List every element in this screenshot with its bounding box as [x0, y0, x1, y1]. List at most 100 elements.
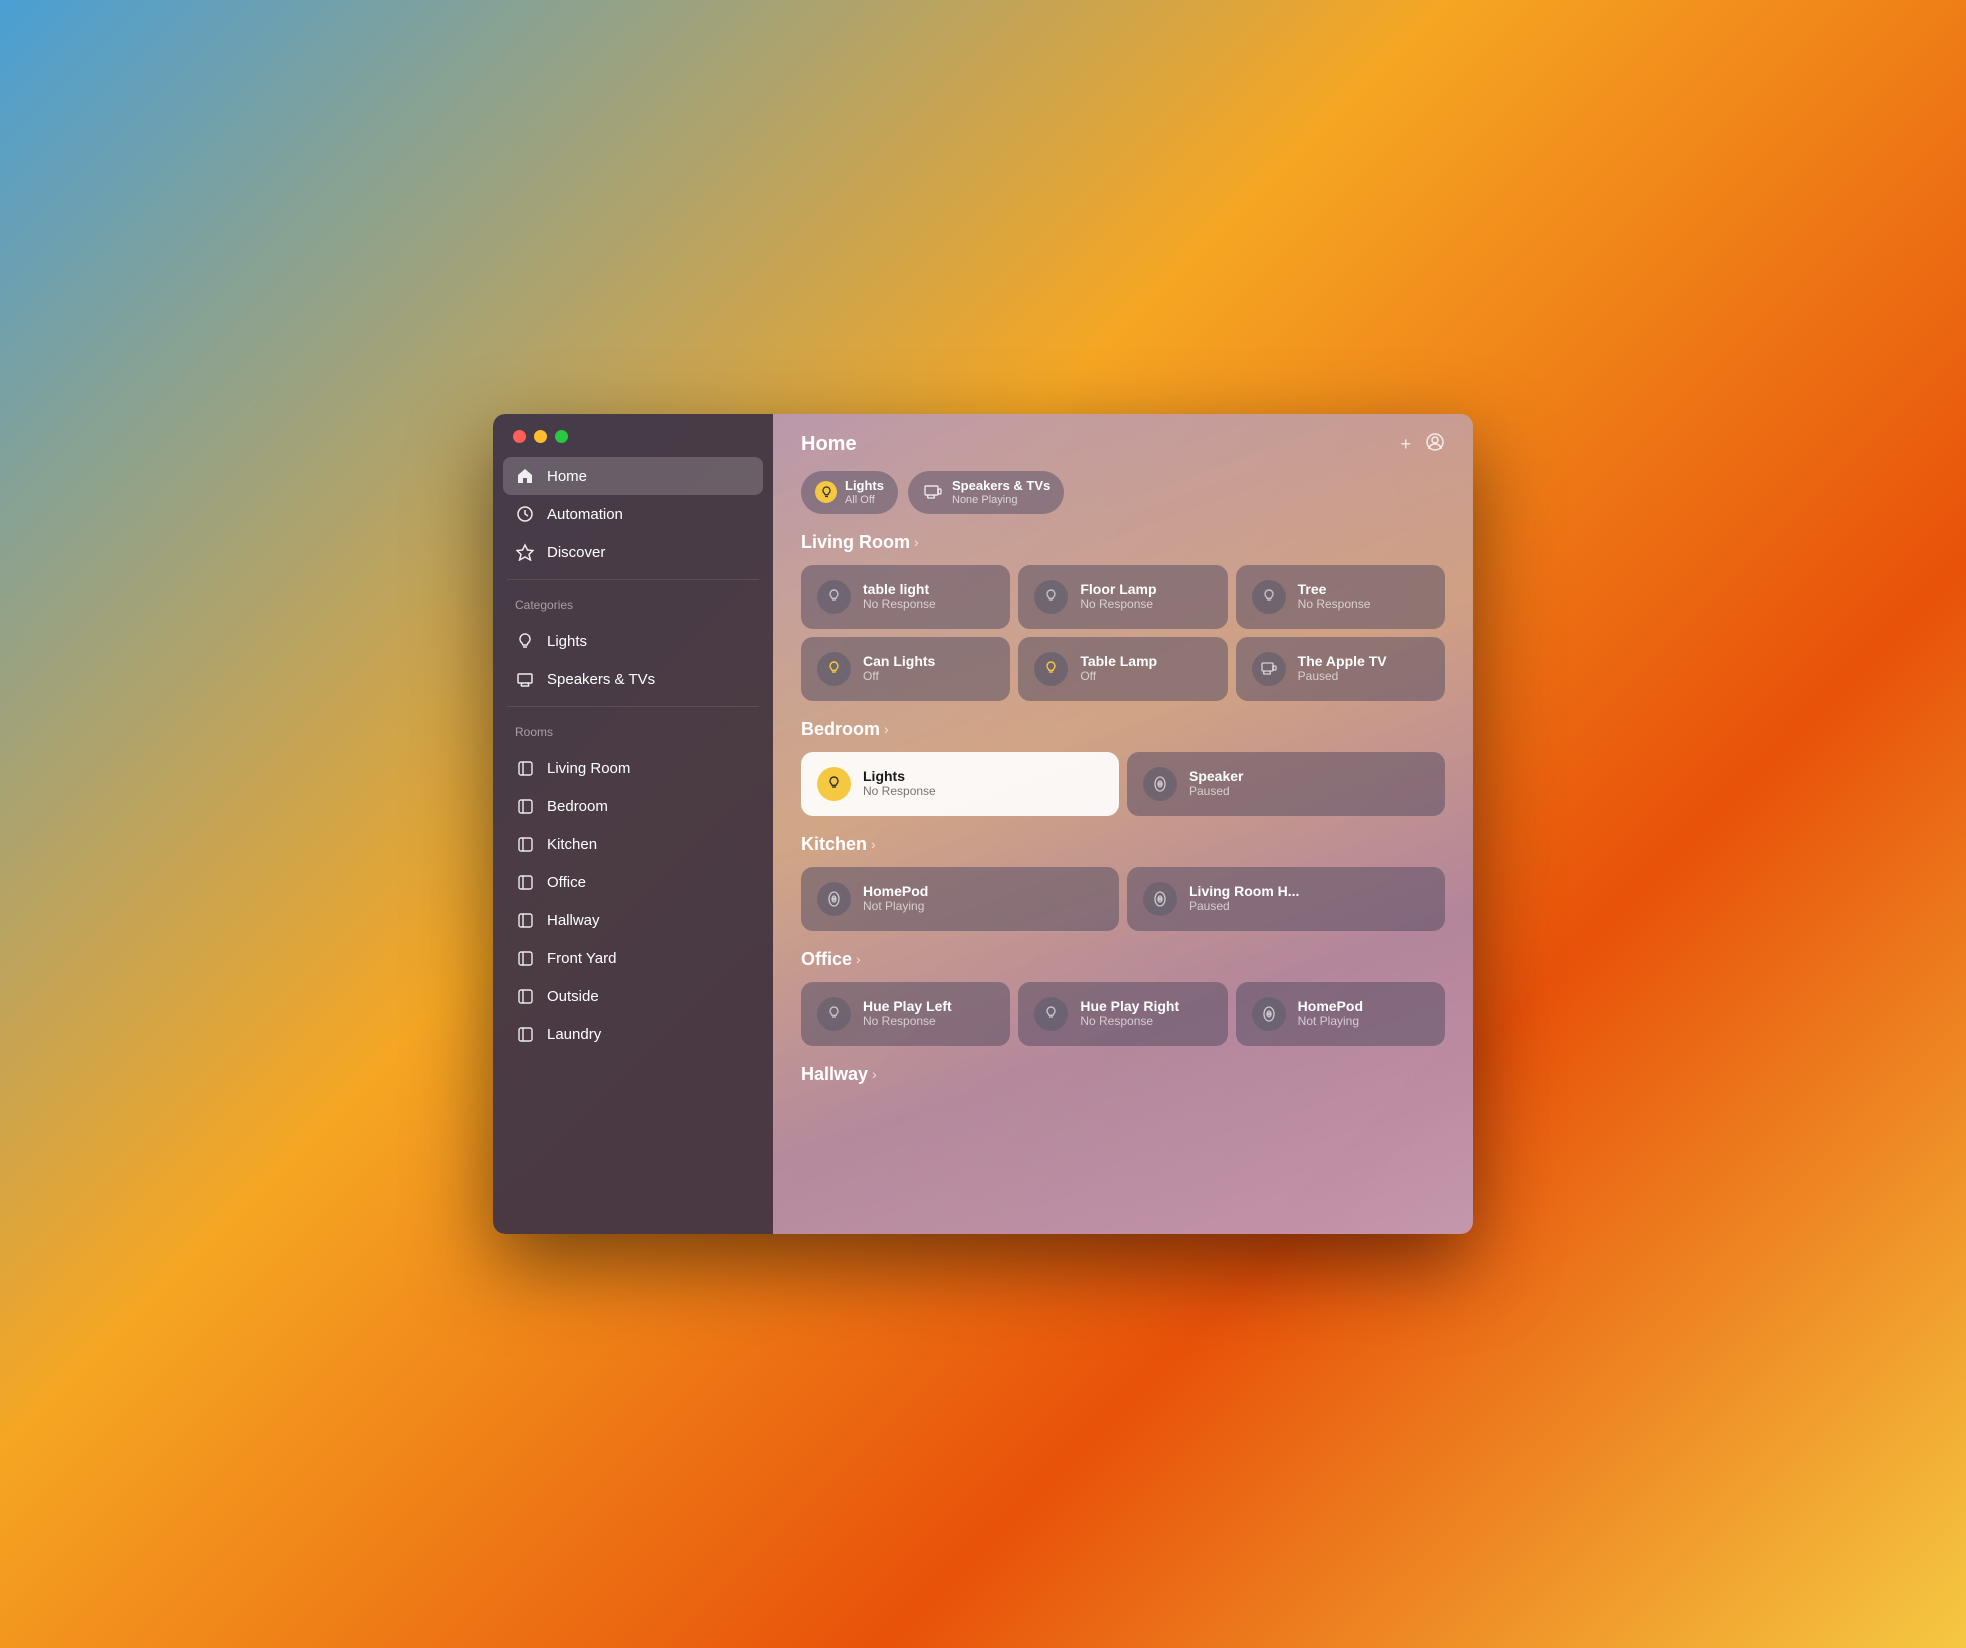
hallway-chevron: ›	[872, 1066, 877, 1082]
office-name: Office	[801, 949, 852, 970]
office-devices: Hue Play Left No Response Hue Play Right…	[801, 982, 1445, 1046]
add-button[interactable]: +	[1400, 434, 1411, 455]
device-card-hue-play-left[interactable]: Hue Play Left No Response	[801, 982, 1010, 1046]
room-icon-office	[515, 872, 535, 892]
office-header[interactable]: Office ›	[801, 949, 1445, 970]
device-status-living-room-h: Paused	[1189, 899, 1299, 915]
sidebar-item-kitchen[interactable]: Kitchen	[503, 825, 763, 863]
device-card-homepod-office[interactable]: HomePod Not Playing	[1236, 982, 1445, 1046]
device-card-living-room-h[interactable]: Living Room H... Paused	[1127, 867, 1445, 931]
sidebar-item-automation[interactable]: Automation	[503, 495, 763, 533]
device-info-tree: Tree No Response	[1298, 581, 1371, 613]
tv-icon	[515, 669, 535, 689]
kitchen-header[interactable]: Kitchen ›	[801, 834, 1445, 855]
page-title: Home	[801, 433, 857, 456]
bedroom-header[interactable]: Bedroom ›	[801, 719, 1445, 740]
sidebar-item-front-yard[interactable]: Front Yard	[503, 939, 763, 977]
sidebar-living-room-label: Living Room	[547, 760, 630, 777]
device-info-bedroom-lights: Lights No Response	[863, 768, 936, 800]
sidebar-item-living-room[interactable]: Living Room	[503, 749, 763, 787]
living-room-name: Living Room	[801, 532, 910, 553]
sidebar-item-bedroom[interactable]: Bedroom	[503, 787, 763, 825]
rooms-label: Rooms	[493, 711, 773, 745]
device-card-tree[interactable]: Tree No Response	[1236, 565, 1445, 629]
device-info-hue-play-left: Hue Play Left No Response	[863, 998, 952, 1030]
sidebar-lights-label: Lights	[547, 633, 587, 650]
device-card-homepod-kitchen[interactable]: HomePod Not Playing	[801, 867, 1119, 931]
sidebar-speakers-label: Speakers & TVs	[547, 671, 655, 688]
device-info-floor-lamp: Floor Lamp No Response	[1080, 581, 1156, 613]
room-icon-outside	[515, 986, 535, 1006]
device-status-bedroom-lights: No Response	[863, 784, 936, 800]
device-icon-table-lamp	[1034, 652, 1068, 686]
room-section-hallway: Hallway ›	[773, 1064, 1473, 1115]
kitchen-chevron: ›	[871, 836, 876, 852]
device-icon-can-lights	[817, 652, 851, 686]
sidebar-item-laundry[interactable]: Laundry	[503, 1015, 763, 1053]
sidebar-office-label: Office	[547, 874, 586, 891]
sidebar-outside-label: Outside	[547, 988, 599, 1005]
home-icon	[515, 466, 535, 486]
device-card-table-lamp[interactable]: Table Lamp Off	[1018, 637, 1227, 701]
maximize-button[interactable]	[555, 430, 568, 443]
device-card-floor-lamp[interactable]: Floor Lamp No Response	[1018, 565, 1227, 629]
device-info-table-light: table light No Response	[863, 581, 936, 613]
lights-chip-text: Lights All Off	[845, 478, 884, 507]
living-room-devices: table light No Response Floor Lamp No Re…	[801, 565, 1445, 701]
device-status-tree: No Response	[1298, 597, 1371, 613]
kitchen-devices: HomePod Not Playing Living Room H... Pau…	[801, 867, 1445, 931]
sidebar-item-home[interactable]: Home	[503, 457, 763, 495]
device-name-hue-play-left: Hue Play Left	[863, 998, 952, 1015]
device-name-tree: Tree	[1298, 581, 1371, 598]
hallway-header[interactable]: Hallway ›	[801, 1064, 1445, 1085]
device-card-apple-tv[interactable]: The Apple TV Paused	[1236, 637, 1445, 701]
lights-summary-chip[interactable]: Lights All Off	[801, 471, 898, 514]
device-name-can-lights: Can Lights	[863, 653, 935, 670]
room-section-kitchen: Kitchen › HomePod Not Playing	[773, 834, 1473, 949]
traffic-lights	[493, 414, 773, 453]
sidebar-item-office[interactable]: Office	[503, 863, 763, 901]
device-card-table-light[interactable]: table light No Response	[801, 565, 1010, 629]
speakers-summary-chip[interactable]: Speakers & TVs None Playing	[908, 471, 1064, 514]
device-name-homepod-office: HomePod	[1298, 998, 1363, 1015]
device-icon-tree	[1252, 580, 1286, 614]
minimize-button[interactable]	[534, 430, 547, 443]
room-icon-hallway	[515, 910, 535, 930]
device-info-can-lights: Can Lights Off	[863, 653, 935, 685]
sidebar-item-speakers-tvs[interactable]: Speakers & TVs	[503, 660, 763, 698]
speakers-chip-text: Speakers & TVs None Playing	[952, 478, 1050, 507]
sidebar-main-nav: Home Automation Discover	[493, 453, 773, 575]
close-button[interactable]	[513, 430, 526, 443]
living-room-header[interactable]: Living Room ›	[801, 532, 1445, 553]
device-card-bedroom-lights[interactable]: Lights No Response	[801, 752, 1119, 816]
sidebar-item-hallway[interactable]: Hallway	[503, 901, 763, 939]
device-status-homepod-office: Not Playing	[1298, 1014, 1363, 1030]
rooms-nav: Living Room Bedroom Kitchen Office	[493, 745, 773, 1057]
device-info-apple-tv: The Apple TV Paused	[1298, 653, 1387, 685]
device-status-floor-lamp: No Response	[1080, 597, 1156, 613]
sidebar-home-label: Home	[547, 468, 587, 485]
device-status-hue-play-left: No Response	[863, 1014, 952, 1030]
device-card-can-lights[interactable]: Can Lights Off	[801, 637, 1010, 701]
device-name-floor-lamp: Floor Lamp	[1080, 581, 1156, 598]
sidebar-hallway-label: Hallway	[547, 912, 600, 929]
hallway-name: Hallway	[801, 1064, 868, 1085]
device-icon-bedroom-speaker	[1143, 767, 1177, 801]
person-button[interactable]	[1425, 432, 1445, 457]
sidebar-item-outside[interactable]: Outside	[503, 977, 763, 1015]
device-status-homepod-kitchen: Not Playing	[863, 899, 928, 915]
device-card-hue-play-right[interactable]: Hue Play Right No Response	[1018, 982, 1227, 1046]
device-card-bedroom-speaker[interactable]: Speaker Paused	[1127, 752, 1445, 816]
divider-2	[507, 706, 759, 707]
categories-nav: Lights Speakers & TVs	[493, 618, 773, 702]
sidebar-item-discover[interactable]: Discover	[503, 533, 763, 571]
device-name-apple-tv: The Apple TV	[1298, 653, 1387, 670]
divider-1	[507, 579, 759, 580]
device-icon-bedroom-lights	[817, 767, 851, 801]
sidebar-item-lights[interactable]: Lights	[503, 622, 763, 660]
device-info-bedroom-speaker: Speaker Paused	[1189, 768, 1243, 800]
sidebar-discover-label: Discover	[547, 544, 605, 561]
device-icon-homepod-office	[1252, 997, 1286, 1031]
device-info-table-lamp: Table Lamp Off	[1080, 653, 1157, 685]
room-icon-living-room	[515, 758, 535, 778]
